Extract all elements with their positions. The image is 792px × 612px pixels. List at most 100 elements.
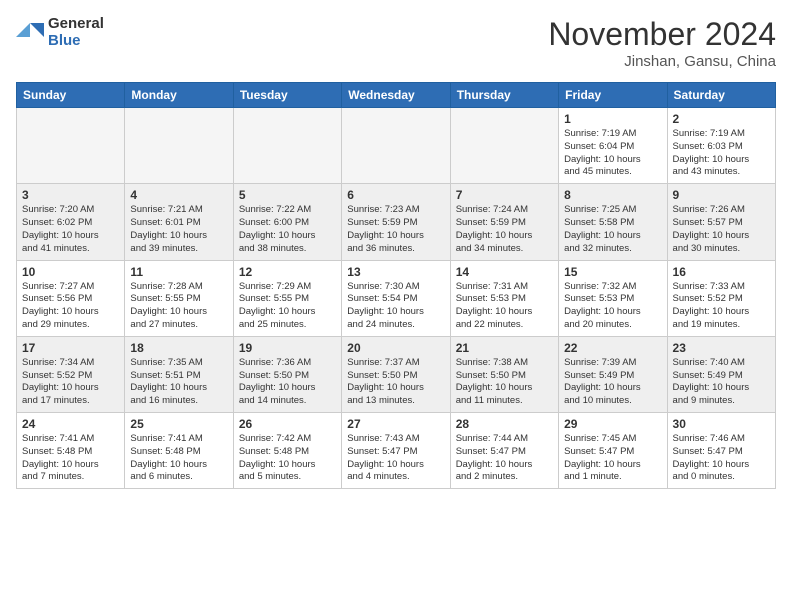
calendar-week-row: 1 Sunrise: 7:19 AM Sunset: 6:04 PM Daylig… <box>17 108 776 184</box>
day-number: 23 <box>673 341 770 355</box>
calendar-day-cell: 25 Sunrise: 7:41 AM Sunset: 5:48 PM Dayli… <box>125 413 233 489</box>
calendar-day-cell: 1 Sunrise: 7:19 AM Sunset: 6:04 PM Daylig… <box>559 108 667 184</box>
day-number: 15 <box>564 265 661 279</box>
day-info: Sunrise: 7:19 AM Sunset: 6:04 PM Dayligh… <box>564 128 661 179</box>
calendar-table: SundayMondayTuesdayWednesdayThursdayFrid… <box>16 82 776 489</box>
calendar-day-cell: 18 Sunrise: 7:35 AM Sunset: 5:51 PM Dayli… <box>125 336 233 412</box>
day-info: Sunrise: 7:19 AM Sunset: 6:03 PM Dayligh… <box>673 128 770 179</box>
day-info: Sunrise: 7:44 AM Sunset: 5:47 PM Dayligh… <box>456 433 553 484</box>
weekday-header-tuesday: Tuesday <box>233 83 341 108</box>
weekday-header-monday: Monday <box>125 83 233 108</box>
day-number: 2 <box>673 112 770 126</box>
day-number: 9 <box>673 188 770 202</box>
calendar-day-cell: 28 Sunrise: 7:44 AM Sunset: 5:47 PM Dayli… <box>450 413 558 489</box>
day-info: Sunrise: 7:20 AM Sunset: 6:02 PM Dayligh… <box>22 204 119 255</box>
day-number: 1 <box>564 112 661 126</box>
day-number: 12 <box>239 265 336 279</box>
day-info: Sunrise: 7:35 AM Sunset: 5:51 PM Dayligh… <box>130 357 227 408</box>
day-number: 10 <box>22 265 119 279</box>
day-info: Sunrise: 7:27 AM Sunset: 5:56 PM Dayligh… <box>22 281 119 332</box>
day-info: Sunrise: 7:32 AM Sunset: 5:53 PM Dayligh… <box>564 281 661 332</box>
calendar-day-cell: 22 Sunrise: 7:39 AM Sunset: 5:49 PM Dayli… <box>559 336 667 412</box>
day-number: 24 <box>22 417 119 431</box>
calendar-day-cell: 21 Sunrise: 7:38 AM Sunset: 5:50 PM Dayli… <box>450 336 558 412</box>
calendar-day-cell: 2 Sunrise: 7:19 AM Sunset: 6:03 PM Daylig… <box>667 108 775 184</box>
day-number: 30 <box>673 417 770 431</box>
calendar-day-cell: 23Sunrise: 7:40 AM Sunset: 5:49 PM Dayli… <box>667 336 775 412</box>
calendar-week-row: 10 Sunrise: 7:27 AM Sunset: 5:56 PM Dayli… <box>17 260 776 336</box>
day-number: 6 <box>347 188 444 202</box>
day-info: Sunrise: 7:23 AM Sunset: 5:59 PM Dayligh… <box>347 204 444 255</box>
calendar-day-cell <box>233 108 341 184</box>
day-number: 4 <box>130 188 227 202</box>
calendar-day-cell: 11Sunrise: 7:28 AM Sunset: 5:55 PM Dayli… <box>125 260 233 336</box>
calendar-day-cell: 24 Sunrise: 7:41 AM Sunset: 5:48 PM Dayli… <box>17 413 125 489</box>
day-number: 20 <box>347 341 444 355</box>
calendar-day-cell: 15 Sunrise: 7:32 AM Sunset: 5:53 PM Dayli… <box>559 260 667 336</box>
title-block: November 2024 Jinshan, Gansu, China <box>548 16 776 70</box>
day-info: Sunrise: 7:38 AM Sunset: 5:50 PM Dayligh… <box>456 357 553 408</box>
calendar-day-cell: 4 Sunrise: 7:21 AM Sunset: 6:01 PM Daylig… <box>125 184 233 260</box>
day-info: Sunrise: 7:46 AM Sunset: 5:47 PM Dayligh… <box>673 433 770 484</box>
calendar-day-cell: 17 Sunrise: 7:34 AM Sunset: 5:52 PM Dayli… <box>17 336 125 412</box>
calendar-day-cell: 8Sunrise: 7:25 AM Sunset: 5:58 PM Daylig… <box>559 184 667 260</box>
weekday-header-sunday: Sunday <box>17 83 125 108</box>
day-info: Sunrise: 7:34 AM Sunset: 5:52 PM Dayligh… <box>22 357 119 408</box>
calendar-location: Jinshan, Gansu, China <box>548 53 776 70</box>
day-number: 28 <box>456 417 553 431</box>
day-number: 3 <box>22 188 119 202</box>
logo-text: General Blue <box>48 16 104 49</box>
day-number: 22 <box>564 341 661 355</box>
calendar-day-cell: 10 Sunrise: 7:27 AM Sunset: 5:56 PM Dayli… <box>17 260 125 336</box>
day-info: Sunrise: 7:45 AM Sunset: 5:47 PM Dayligh… <box>564 433 661 484</box>
day-number: 17 <box>22 341 119 355</box>
day-number: 26 <box>239 417 336 431</box>
day-info: Sunrise: 7:42 AM Sunset: 5:48 PM Dayligh… <box>239 433 336 484</box>
day-info: Sunrise: 7:41 AM Sunset: 5:48 PM Dayligh… <box>22 433 119 484</box>
weekday-header-wednesday: Wednesday <box>342 83 450 108</box>
weekday-header-saturday: Saturday <box>667 83 775 108</box>
weekday-header-row: SundayMondayTuesdayWednesdayThursdayFrid… <box>17 83 776 108</box>
day-info: Sunrise: 7:33 AM Sunset: 5:52 PM Dayligh… <box>673 281 770 332</box>
day-number: 25 <box>130 417 227 431</box>
calendar-day-cell: 6 Sunrise: 7:23 AM Sunset: 5:59 PM Daylig… <box>342 184 450 260</box>
calendar-day-cell <box>450 108 558 184</box>
calendar-day-cell: 13Sunrise: 7:30 AM Sunset: 5:54 PM Dayli… <box>342 260 450 336</box>
weekday-header-thursday: Thursday <box>450 83 558 108</box>
calendar-day-cell: 27Sunrise: 7:43 AM Sunset: 5:47 PM Dayli… <box>342 413 450 489</box>
day-number: 16 <box>673 265 770 279</box>
weekday-header-friday: Friday <box>559 83 667 108</box>
logo-general-text: General <box>48 16 104 33</box>
logo-icon <box>16 19 44 47</box>
day-number: 14 <box>456 265 553 279</box>
calendar-day-cell <box>17 108 125 184</box>
calendar-day-cell: 29 Sunrise: 7:45 AM Sunset: 5:47 PM Dayli… <box>559 413 667 489</box>
calendar-day-cell: 19 Sunrise: 7:36 AM Sunset: 5:50 PM Dayli… <box>233 336 341 412</box>
day-number: 29 <box>564 417 661 431</box>
day-info: Sunrise: 7:26 AM Sunset: 5:57 PM Dayligh… <box>673 204 770 255</box>
day-number: 21 <box>456 341 553 355</box>
logo: General Blue <box>16 16 104 49</box>
day-info: Sunrise: 7:41 AM Sunset: 5:48 PM Dayligh… <box>130 433 227 484</box>
day-info: Sunrise: 7:31 AM Sunset: 5:53 PM Dayligh… <box>456 281 553 332</box>
logo-blue-text: Blue <box>48 33 104 50</box>
day-info: Sunrise: 7:22 AM Sunset: 6:00 PM Dayligh… <box>239 204 336 255</box>
calendar-day-cell: 26 Sunrise: 7:42 AM Sunset: 5:48 PM Dayli… <box>233 413 341 489</box>
calendar-day-cell: 30 Sunrise: 7:46 AM Sunset: 5:47 PM Dayli… <box>667 413 775 489</box>
day-info: Sunrise: 7:39 AM Sunset: 5:49 PM Dayligh… <box>564 357 661 408</box>
day-info: Sunrise: 7:36 AM Sunset: 5:50 PM Dayligh… <box>239 357 336 408</box>
calendar-day-cell <box>125 108 233 184</box>
calendar-day-cell: 9 Sunrise: 7:26 AM Sunset: 5:57 PM Daylig… <box>667 184 775 260</box>
calendar-day-cell: 5 Sunrise: 7:22 AM Sunset: 6:00 PM Daylig… <box>233 184 341 260</box>
day-number: 19 <box>239 341 336 355</box>
calendar-week-row: 3 Sunrise: 7:20 AM Sunset: 6:02 PM Daylig… <box>17 184 776 260</box>
calendar-day-cell: 14 Sunrise: 7:31 AM Sunset: 5:53 PM Dayli… <box>450 260 558 336</box>
calendar-day-cell: 3 Sunrise: 7:20 AM Sunset: 6:02 PM Daylig… <box>17 184 125 260</box>
calendar-day-cell: 7Sunrise: 7:24 AM Sunset: 5:59 PM Daylig… <box>450 184 558 260</box>
day-number: 5 <box>239 188 336 202</box>
day-info: Sunrise: 7:29 AM Sunset: 5:55 PM Dayligh… <box>239 281 336 332</box>
day-info: Sunrise: 7:21 AM Sunset: 6:01 PM Dayligh… <box>130 204 227 255</box>
day-number: 18 <box>130 341 227 355</box>
calendar-week-row: 24 Sunrise: 7:41 AM Sunset: 5:48 PM Dayli… <box>17 413 776 489</box>
day-info: Sunrise: 7:24 AM Sunset: 5:59 PM Dayligh… <box>456 204 553 255</box>
